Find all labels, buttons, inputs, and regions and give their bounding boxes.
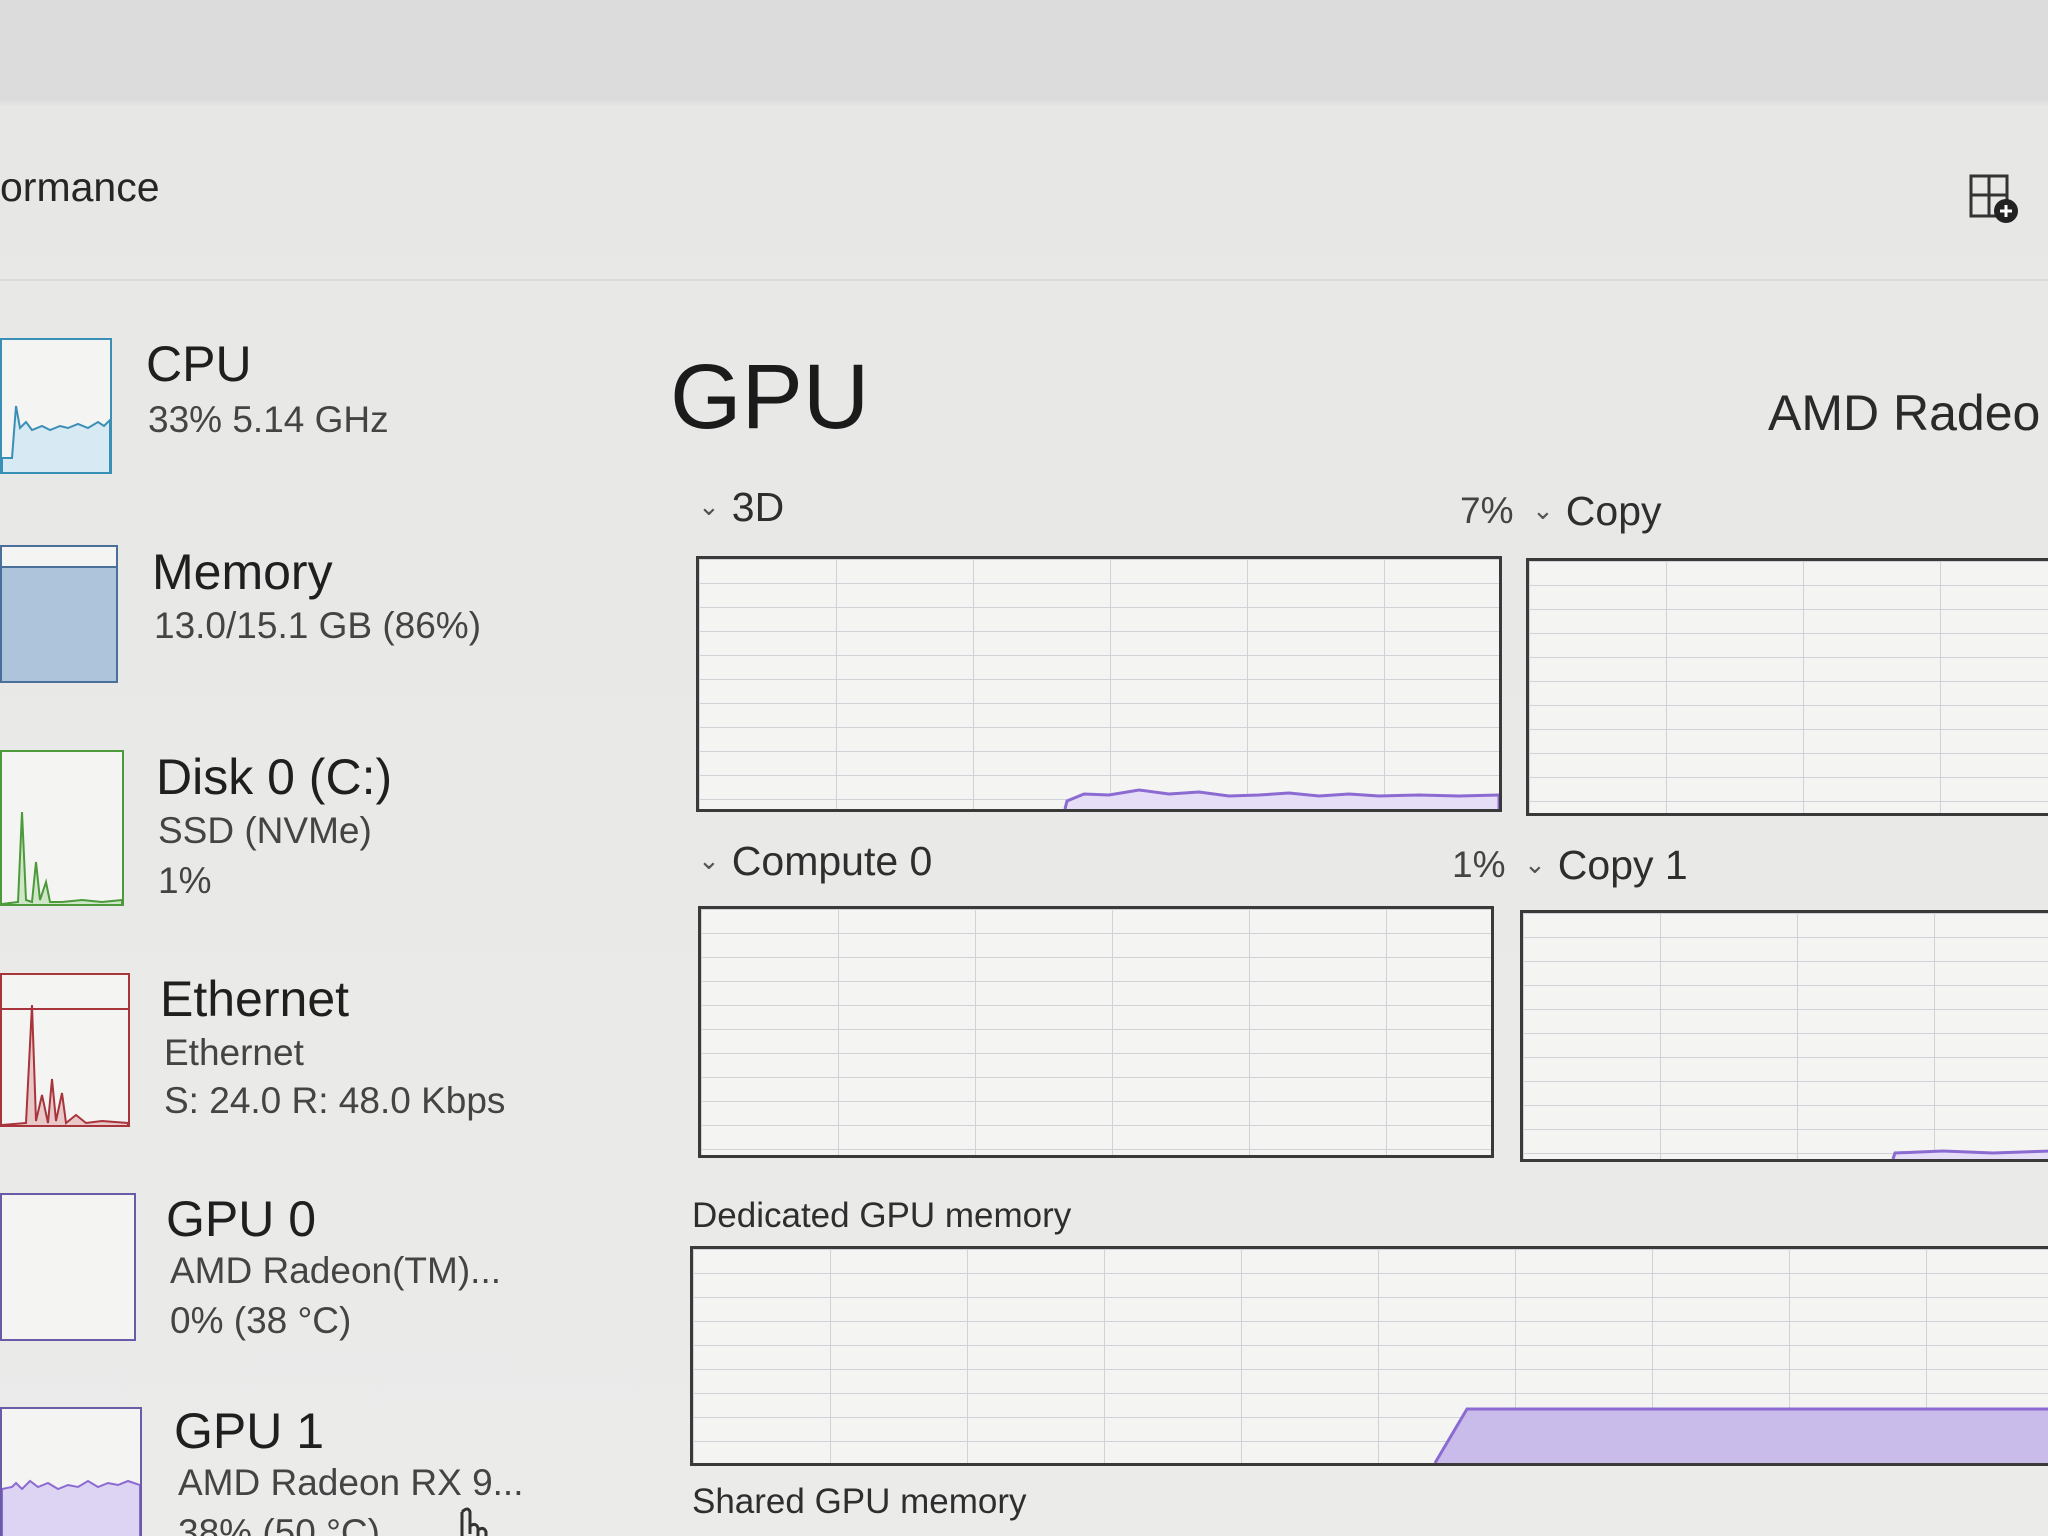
gpu1-label: GPU 1 [174, 1403, 325, 1459]
cpu-usage-text: 33% 5.14 GHz [148, 399, 389, 440]
gpu0-thumbnail-graph [0, 1193, 136, 1341]
chevron-down-icon: ⌄ [698, 845, 720, 875]
engine-label-copy: Copy [1565, 488, 1662, 534]
page-title: ormance [0, 164, 160, 210]
page-heading-gpu: GPU [670, 346, 870, 448]
disk-label: Disk 0 (C:) [156, 749, 393, 805]
ethernet-adapter-text: Ethernet [164, 1032, 304, 1073]
graph-dedicated-memory [690, 1246, 2048, 1466]
header-bar [0, 106, 2048, 281]
engine-label-3d: 3D [731, 484, 785, 530]
sidebar-item-ethernet[interactable]: Ethernet Ethernet S: 24.0 R: 48.0 Kbps [0, 970, 560, 1130]
chevron-down-icon: ⌄ [1532, 495, 1554, 525]
add-widget-icon[interactable] [1968, 173, 2020, 225]
graph-copy1 [1520, 910, 2048, 1162]
gpu1-model-text: AMD Radeon RX 9... [178, 1462, 524, 1503]
engine-label-copy1: Copy 1 [1557, 842, 1688, 888]
ethernet-thumbnail-graph [0, 973, 130, 1127]
gpu-model-name: AMD Radeo [1768, 385, 2041, 441]
sidebar-item-memory[interactable]: Memory 13.0/15.1 GB (86%) [0, 543, 560, 683]
graph-compute0 [698, 906, 1494, 1158]
gpu1-usage-text: 38% (50 °C) [178, 1512, 380, 1536]
cpu-thumbnail-graph [0, 338, 112, 474]
chevron-down-icon: ⌄ [1524, 849, 1546, 879]
mouse-cursor-icon [460, 1507, 488, 1536]
gpu0-usage-text: 0% (38 °C) [170, 1300, 352, 1341]
sidebar-item-gpu0[interactable]: GPU 0 AMD Radeon(TM)... 0% (38 °C) [0, 1190, 560, 1341]
engine-dropdown-3d[interactable]: ⌄ 3D [698, 484, 784, 531]
memory-fill [2, 565, 116, 681]
engine-label-compute0: Compute 0 [731, 838, 933, 884]
cpu-label: CPU [146, 336, 252, 392]
engine-percent-compute0: 1% [1452, 844, 1506, 885]
engine-dropdown-copy1[interactable]: ⌄ Copy 1 [1524, 842, 1688, 889]
engine-percent-3d: 7% [1460, 490, 1514, 531]
engine-dropdown-copy[interactable]: ⌄ Copy [1532, 488, 1662, 535]
disk-usage-text: 1% [158, 860, 212, 901]
engine-dropdown-compute0[interactable]: ⌄ Compute 0 [698, 838, 932, 885]
gpu0-label: GPU 0 [166, 1191, 317, 1247]
sidebar-item-cpu[interactable]: CPU 33% 5.14 GHz [0, 335, 560, 485]
gpu0-model-text: AMD Radeon(TM)... [170, 1250, 502, 1291]
disk-thumbnail-graph [0, 750, 124, 906]
graph-3d [696, 556, 1502, 812]
sidebar-item-gpu1[interactable]: GPU 1 AMD Radeon RX 9... 38% (50 °C) [0, 1402, 560, 1536]
dedicated-memory-label: Dedicated GPU memory [692, 1196, 1072, 1235]
chevron-down-icon: ⌄ [698, 491, 720, 521]
memory-usage-text: 13.0/15.1 GB (86%) [154, 605, 482, 646]
memory-thumbnail-graph [0, 545, 118, 683]
disk-type-text: SSD (NVMe) [158, 810, 372, 851]
sidebar-item-disk[interactable]: Disk 0 (C:) SSD (NVMe) 1% [0, 748, 560, 908]
ethernet-throughput-text: S: 24.0 R: 48.0 Kbps [164, 1080, 506, 1121]
memory-label: Memory [152, 544, 333, 600]
gpu1-thumbnail-graph [0, 1407, 142, 1536]
graph-copy [1526, 558, 2048, 816]
shared-memory-label: Shared GPU memory [692, 1482, 1027, 1521]
ethernet-label: Ethernet [160, 971, 350, 1027]
